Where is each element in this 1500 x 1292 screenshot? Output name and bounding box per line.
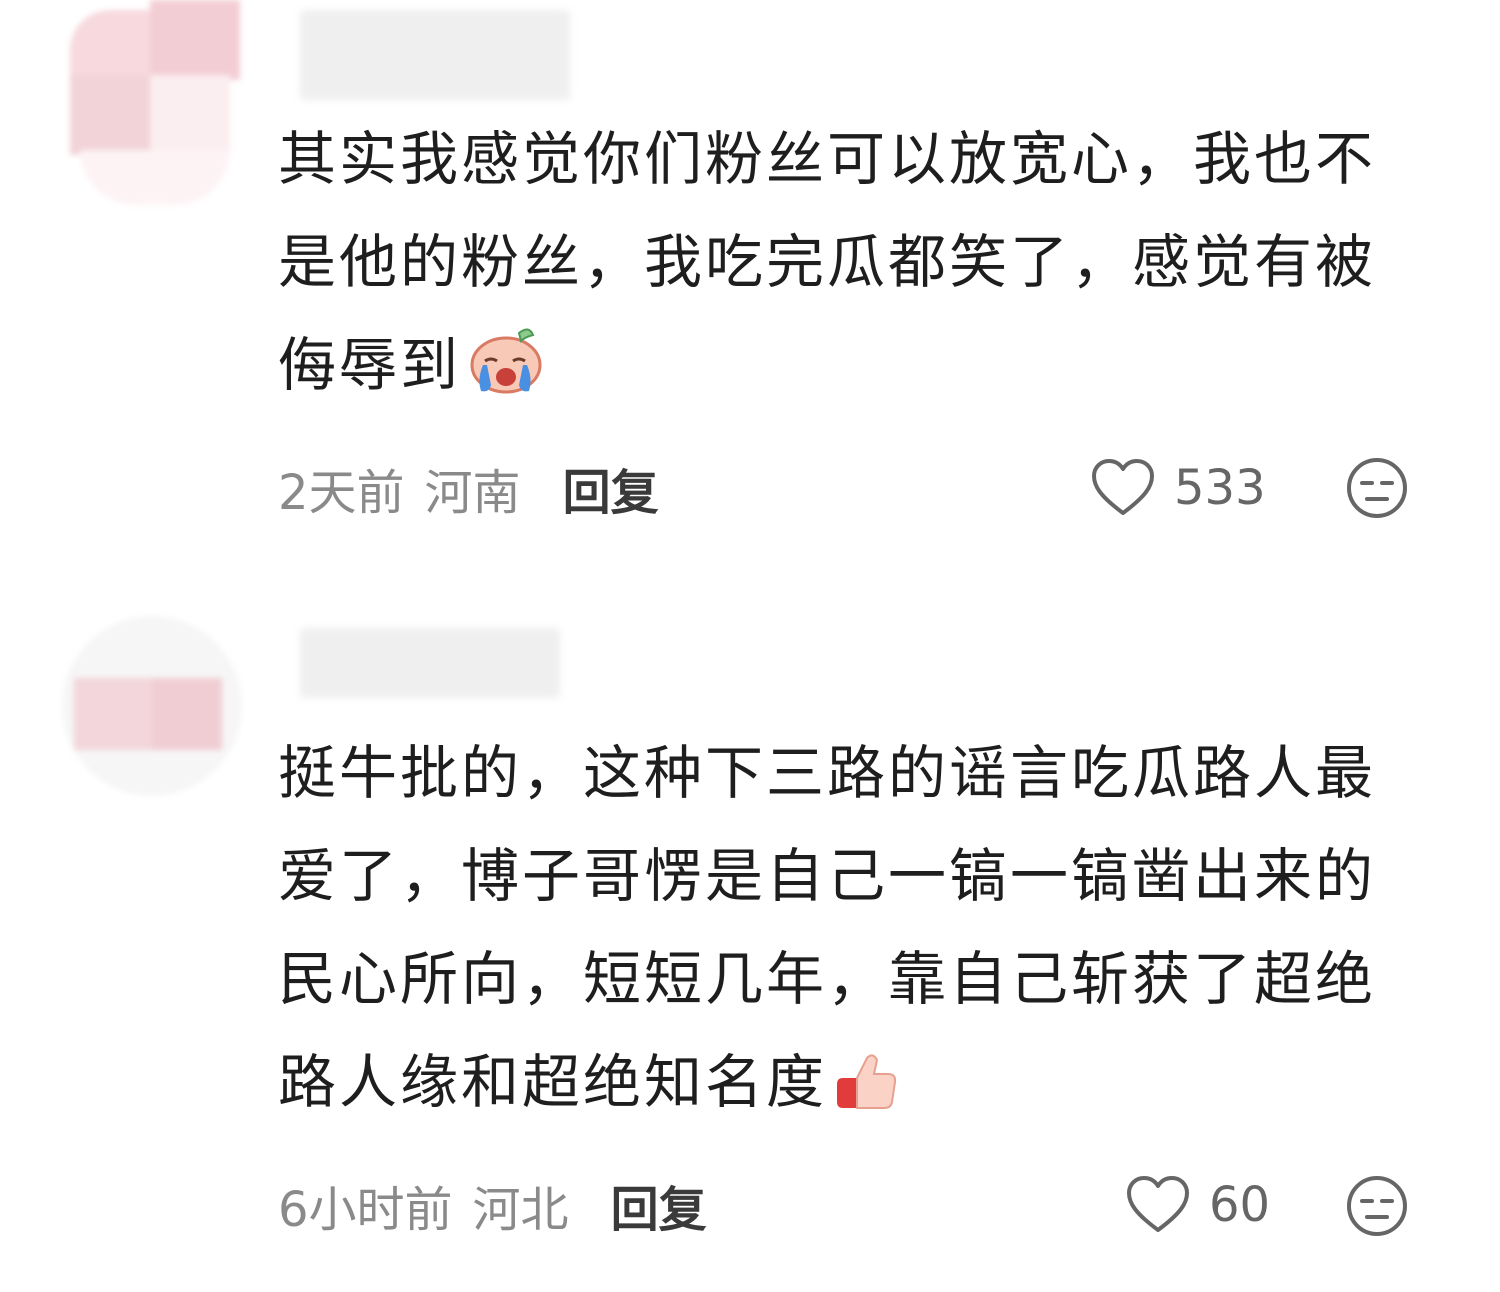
like-count: 533 [1174,460,1266,516]
unamused-face-icon [1347,1176,1407,1236]
comment-time: 6小时前 [278,1182,453,1238]
like-button[interactable]: 533 [1090,458,1266,518]
username[interactable] [300,10,570,100]
crying-face-icon [467,323,545,427]
unamused-face-icon [1347,458,1407,518]
comment-meta: 6小时前 河北 回复 [278,1175,707,1238]
comment-location: 河北 [472,1182,569,1238]
like-button[interactable]: 60 [1125,1175,1270,1235]
heart-icon [1127,1176,1189,1232]
heart-icon [1092,459,1154,515]
like-count: 60 [1209,1177,1271,1233]
reply-button[interactable]: 回复 [563,453,659,523]
avatar[interactable] [60,0,240,210]
dislike-button[interactable] [1345,1174,1409,1242]
comment-item: 其实我感觉你们粉丝可以放宽心，我也不是他的粉丝，我吃完瓜都笑了，感觉有被侮辱到 … [0,0,1500,560]
avatar[interactable] [62,616,242,796]
comment-location: 河南 [424,465,521,521]
dislike-button[interactable] [1345,456,1409,524]
comment-item: 挺牛批的，这种下三路的谣言吃瓜路人最爱了，博子哥愣是自己一镐一镐凿出来的民心所向… [0,600,1500,1292]
comment-text: 挺牛批的，这种下三路的谣言吃瓜路人最爱了，博子哥愣是自己一镐一镐凿出来的民心所向… [278,722,1418,1144]
thumbs-up-icon [833,1041,899,1144]
comment-time: 2天前 [278,465,405,521]
comment-meta: 2天前 河南 回复 [278,458,659,521]
reply-button[interactable]: 回复 [611,1170,707,1240]
username[interactable] [300,628,560,698]
comment-text: 其实我感觉你们粉丝可以放宽心，我也不是他的粉丝，我吃完瓜都笑了，感觉有被侮辱到 [278,108,1418,427]
